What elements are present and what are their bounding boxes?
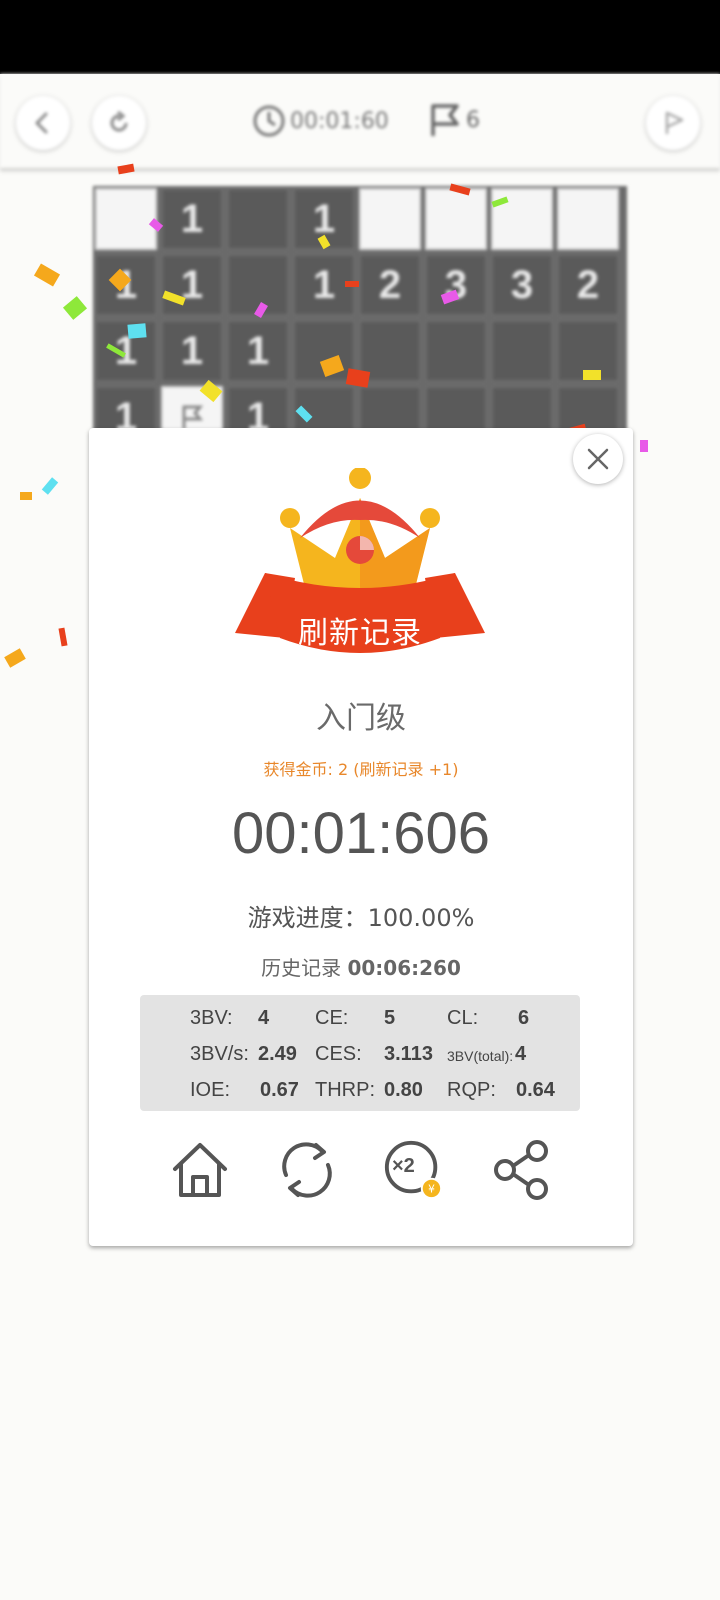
confetti-piece [62,296,88,320]
stats-panel: 3BV: 4 CE: 5 CL: 6 3BV/s: 2.49 CES: 3.11… [140,995,580,1111]
flag-icon [431,104,459,136]
status-bar [0,0,720,74]
play-button[interactable] [646,96,700,150]
top-toolbar: 00:01:60 6 [0,74,720,168]
confetti-piece [33,263,61,287]
game-progress: 游戏进度：100.00% [247,904,475,932]
history-label: 历史记录 [261,956,342,980]
stat-label-3bvs: 3BV/s: [190,1043,249,1065]
confetti-piece [117,163,135,175]
board-cell[interactable]: 1 [161,320,223,382]
clock-icon [253,105,285,137]
board-cell[interactable] [425,188,487,250]
close-button[interactable] [573,434,623,484]
stat-label-3bv-total: 3BV(total): [447,1048,514,1064]
board-cell[interactable] [491,320,553,382]
minesweeper-board[interactable]: 11111233211111 [93,186,627,436]
confetti-piece [345,281,359,287]
restart-icon [110,110,128,132]
board-cell[interactable]: 2 [359,254,421,316]
stat-label-cl: CL: [447,1007,479,1029]
stat-label-ces: CES: [315,1043,362,1065]
close-icon [587,448,609,470]
board-cell[interactable] [359,188,421,250]
confetti-piece [41,477,59,495]
refresh-icon [282,1142,332,1198]
svg-text:¥: ¥ [428,1182,435,1195]
history-record: 历史记录 00:06:260 [89,952,633,981]
stat-value-rqp: 0.64 [516,1079,555,1101]
stat-label-thrp: THRP: [315,1079,375,1101]
back-icon [35,112,48,134]
board-cell[interactable] [227,188,289,250]
level-title: 入门级 [316,701,406,736]
finish-time: 00:01:606 [231,801,491,866]
stat-value-ioe: 0.67 [260,1079,299,1101]
stat-label-rqp: RQP: [447,1079,496,1101]
replay-button[interactable] [275,1138,339,1202]
stat-value-3bv: 4 [258,1007,270,1029]
board-cell[interactable] [557,188,619,250]
home-icon [173,1143,227,1197]
timer-text: 00:01:60 [290,108,389,134]
board-cell[interactable]: 1 [227,320,289,382]
double-coins-button[interactable]: ¥ ×2 [382,1138,446,1202]
stat-label-ce: CE: [315,1007,349,1029]
confetti-piece [4,648,26,668]
board-cell[interactable] [491,188,553,250]
board-cell[interactable]: 2 [557,254,619,316]
confetti-piece [127,323,147,339]
board-cell[interactable]: 1 [95,320,157,382]
confetti-piece [583,370,601,380]
stat-value-ces: 3.113 [384,1043,433,1065]
flag-counter: 6 [428,102,480,138]
back-button[interactable] [16,96,70,150]
board-cell[interactable] [95,188,157,250]
game-timer: 00:01:60 [252,104,389,138]
double-badge-text: ×2 [392,1155,415,1177]
stat-value-ce: 5 [384,1007,396,1029]
play-icon [665,111,684,134]
stat-value-3bv-total: 4 [515,1043,527,1065]
stat-label-3bv: 3BV: [190,1007,233,1029]
board-cell[interactable]: 1 [161,254,223,316]
flag-count: 6 [466,107,480,133]
history-value: 00:06:260 [347,956,461,980]
confetti-piece [20,492,32,500]
share-icon [494,1140,548,1200]
confetti-piece [58,627,68,647]
record-banner-text: 刷新记录 [298,616,422,651]
board-cell[interactable]: 3 [425,254,487,316]
flag-icon [182,405,204,429]
board-cell[interactable]: 3 [491,254,553,316]
stat-value-thrp: 0.80 [384,1079,423,1101]
stat-label-ioe: IOE: [190,1079,231,1101]
coins-earned: 获得金币: 2 (刷新记录 +1) [263,760,459,779]
restart-button[interactable] [92,96,146,150]
confetti-piece [640,440,648,452]
stat-value-3bvs: 2.49 [258,1043,297,1065]
board-cell[interactable] [425,320,487,382]
board-cell[interactable]: 1 [161,188,223,250]
home-button[interactable] [168,1138,232,1202]
stat-value-cl: 6 [518,1007,530,1029]
share-button[interactable] [490,1138,554,1202]
